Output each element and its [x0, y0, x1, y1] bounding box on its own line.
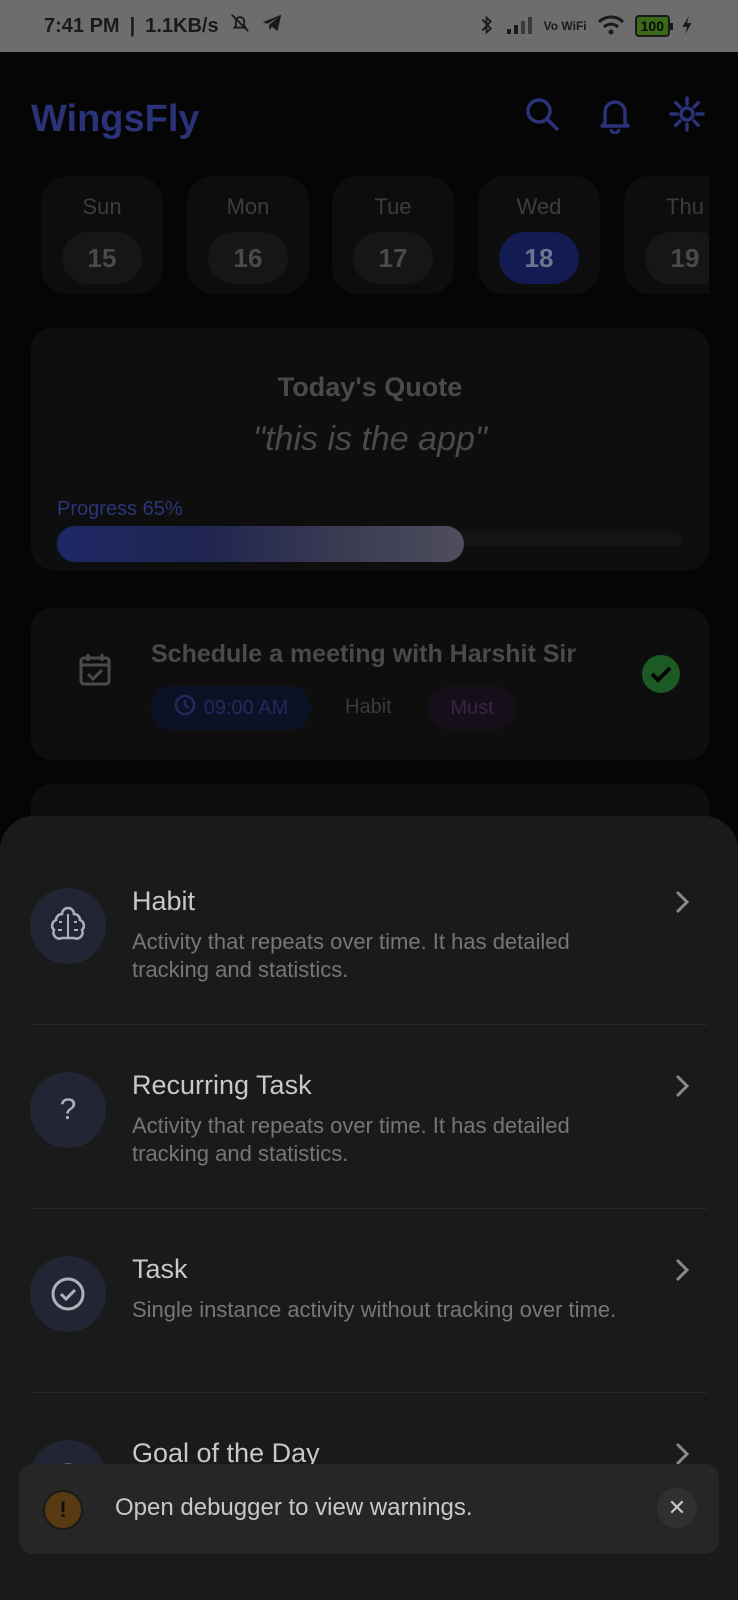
wifi-icon [597, 14, 625, 39]
bluetooth-icon [478, 14, 496, 39]
day-number: 18 [499, 232, 579, 284]
quote-text: "this is the app" [253, 420, 487, 458]
task-time-chip: 09:00 AM [151, 686, 311, 730]
chevron-right-icon [670, 1072, 694, 1100]
option-desc: Activity that repeats over time. It has … [132, 1113, 570, 1166]
option-desc: Activity that repeats over time. It has … [132, 929, 570, 982]
option-title: Habit [132, 886, 196, 916]
status-right: Vo WiFi 100 [478, 14, 694, 39]
day-name: Sun [82, 194, 122, 219]
day-name: Mon [226, 194, 270, 219]
app-title: WingsFly [31, 98, 200, 140]
check-circle-icon[interactable] [641, 654, 681, 694]
option-habit[interactable]: Habit Activity that repeats over time. I… [30, 816, 708, 996]
toast-message: Open debugger to view warnings. [115, 1494, 473, 1521]
battery-icon: 100 [634, 15, 674, 37]
day-selector: Sun 15 Mon 16 Tue 17 Wed 18 Thu 19 [41, 176, 709, 296]
day-wed[interactable]: Wed 18 [478, 176, 600, 294]
progress-fill [57, 526, 464, 562]
option-title: Task [132, 1254, 188, 1284]
day-number: 19 [645, 232, 709, 284]
day-number: 17 [353, 232, 433, 284]
warning-icon: ! [43, 1490, 83, 1530]
task-time: 09:00 AM [203, 696, 289, 719]
calendar-check-icon [75, 650, 115, 690]
question-icon: ? [30, 1072, 106, 1148]
day-mon[interactable]: Mon 16 [187, 176, 309, 294]
telegram-icon [261, 12, 283, 40]
status-time: 7:41 PM [44, 14, 120, 37]
status-separator: | [129, 14, 136, 37]
option-task[interactable]: Task Single instance activity without tr… [30, 1184, 708, 1364]
debugger-toast[interactable]: ! Open debugger to view warnings. ✕ [19, 1464, 719, 1554]
day-sun[interactable]: Sun 15 [41, 176, 163, 294]
check-circle-icon [30, 1256, 106, 1332]
option-desc: Single instance activity without trackin… [132, 1297, 617, 1322]
day-name: Thu [666, 194, 704, 219]
brain-icon [30, 888, 106, 964]
status-speed: 1.1KB/s [145, 14, 219, 37]
option-recurring-task[interactable]: ? Recurring Task Activity that repeats o… [30, 1000, 708, 1180]
close-icon[interactable]: ✕ [657, 1488, 697, 1528]
quote-card: Today's Quote "this is the app" Progress… [31, 328, 709, 570]
chevron-right-icon [670, 888, 694, 916]
clock-icon [174, 694, 196, 722]
status-bar: 7:41 PM | 1.1KB/s Vo WiFi 100 [0, 0, 738, 52]
chevron-right-icon [670, 1256, 694, 1284]
task-priority-chip: Must [427, 686, 517, 730]
gear-icon[interactable] [667, 94, 707, 134]
signal-icon [506, 15, 534, 38]
charging-icon [680, 14, 694, 39]
task-card[interactable]: Schedule a meeting with Harshit Sir 09:0… [31, 608, 709, 760]
progress-label: Progress 65% [57, 498, 183, 520]
status-left: 7:41 PM | 1.1KB/s [44, 12, 283, 40]
day-thu[interactable]: Thu 19 [624, 176, 709, 294]
task-title: Schedule a meeting with Harshit Sir [151, 640, 577, 668]
day-name: Wed [516, 194, 562, 219]
search-icon[interactable] [522, 94, 562, 134]
vowifi-label: Vo WiFi [543, 19, 587, 33]
option-title: Recurring Task [132, 1070, 312, 1100]
day-tue[interactable]: Tue 17 [332, 176, 454, 294]
bell-off-icon [229, 12, 251, 40]
day-number: 16 [208, 232, 288, 284]
day-name: Tue [374, 194, 412, 219]
task-category: Habit [345, 696, 392, 718]
day-number: 15 [62, 232, 142, 284]
bell-icon[interactable] [595, 94, 635, 135]
quote-title: Today's Quote [277, 372, 463, 402]
